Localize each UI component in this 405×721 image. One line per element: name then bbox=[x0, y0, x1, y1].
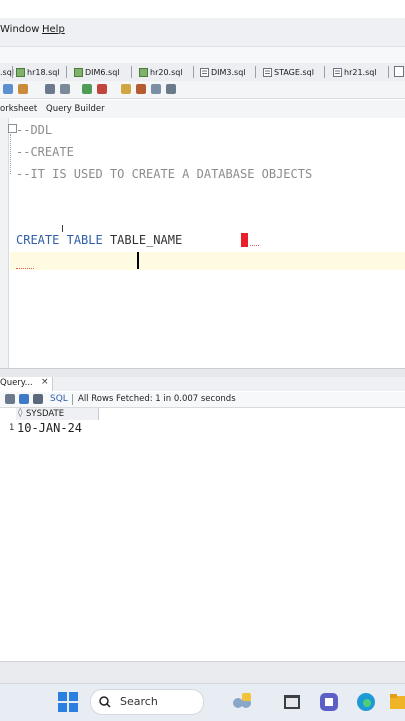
tab-separator bbox=[66, 66, 67, 78]
code-line-2: --CREATE bbox=[16, 145, 74, 159]
windows-start-icon[interactable] bbox=[58, 692, 78, 712]
tab-separator bbox=[324, 66, 325, 78]
widgets-icon[interactable] bbox=[231, 691, 253, 713]
worksheet-subtabs: orksheet Query Builder bbox=[0, 100, 405, 119]
toolbar-separator bbox=[72, 394, 73, 405]
sql-file-icon bbox=[333, 67, 342, 77]
file-tab[interactable]: hr18.sql bbox=[16, 65, 60, 79]
menu-help[interactable]: Help bbox=[42, 24, 65, 35]
row-number: 1 bbox=[9, 423, 15, 433]
tab-worksheet[interactable]: orksheet bbox=[0, 104, 37, 114]
sql-file-icon bbox=[263, 67, 272, 77]
file-tab-bar: .sql hr18.sql DIM6.sql hr20.sql DIM3.sql… bbox=[0, 63, 405, 82]
tab-separator bbox=[255, 66, 256, 78]
identifier-table-name: TABLE_NAME bbox=[109, 233, 183, 247]
file-explorer-icon[interactable] bbox=[390, 692, 405, 712]
menu-bar: Window Help bbox=[0, 18, 405, 47]
run-statement-icon[interactable] bbox=[3, 84, 13, 94]
app-window-icon[interactable] bbox=[283, 693, 301, 711]
file-tab[interactable]: DIM3.sql bbox=[200, 65, 246, 79]
text-caret bbox=[137, 252, 139, 269]
explain-plan-icon[interactable] bbox=[97, 84, 107, 94]
bracket-cursor-highlight bbox=[241, 233, 248, 247]
file-tab-label: hr18.sql bbox=[27, 67, 60, 77]
refresh-icon[interactable] bbox=[19, 394, 29, 404]
commit-icon[interactable] bbox=[45, 84, 55, 94]
code-line-3: --IT IS USED TO CREATE A DATABASE OBJECT… bbox=[16, 167, 313, 181]
file-tab-label: DIM6.sql bbox=[85, 67, 120, 77]
tab-separator bbox=[131, 66, 132, 78]
results-tab-bar bbox=[0, 377, 405, 391]
error-underline bbox=[250, 243, 259, 246]
fold-guide bbox=[10, 134, 12, 174]
code-line-1: --DDL bbox=[16, 123, 53, 137]
file-tab-label: hr21.sql bbox=[344, 67, 377, 77]
run-script-icon[interactable] bbox=[18, 84, 28, 94]
teams-icon[interactable] bbox=[319, 692, 339, 712]
column-header[interactable]: ◊ SYSDATE bbox=[16, 408, 99, 420]
file-tab[interactable]: hr21.sql bbox=[333, 65, 377, 79]
column-header-label: SYSDATE bbox=[26, 409, 65, 419]
tab-separator bbox=[388, 66, 389, 78]
export-icon[interactable] bbox=[33, 394, 43, 404]
code-line-5: CREATE TABLE TABLE_NAME bbox=[16, 233, 182, 247]
file-tab-label: DIM3.sql bbox=[211, 67, 246, 77]
keyword-create: CREATE bbox=[16, 233, 60, 247]
rollback-icon[interactable] bbox=[60, 84, 70, 94]
file-tab-label: hr20.sql bbox=[150, 67, 183, 77]
format-icon[interactable] bbox=[166, 84, 176, 94]
editor-gutter bbox=[0, 118, 9, 368]
error-underline bbox=[16, 266, 34, 269]
taskbar-search[interactable]: Search bbox=[90, 689, 204, 715]
current-line-highlight bbox=[10, 252, 405, 270]
editor-toolbar bbox=[0, 81, 405, 99]
history-icon[interactable] bbox=[151, 84, 161, 94]
fetch-status: All Rows Fetched: 1 in 0.007 seconds bbox=[78, 394, 236, 404]
sql-file-icon bbox=[200, 67, 209, 77]
menu-help-label: Help bbox=[42, 24, 65, 35]
keyword-table: TABLE bbox=[66, 233, 103, 247]
edge-icon[interactable] bbox=[356, 692, 376, 712]
close-icon[interactable]: × bbox=[41, 377, 49, 387]
query-result-tab-label: Query... bbox=[0, 378, 33, 388]
sql-tuning-icon[interactable] bbox=[121, 84, 131, 94]
pin-icon[interactable] bbox=[5, 394, 15, 404]
results-grid: 1 10-JAN-24 bbox=[0, 421, 405, 661]
sql-file-icon bbox=[16, 67, 25, 77]
file-tab[interactable]: DIM6.sql bbox=[74, 65, 120, 79]
eraser-icon[interactable] bbox=[136, 84, 146, 94]
sql-editor[interactable]: --DDL --CREATE --IT IS USED TO CREATE A … bbox=[0, 118, 405, 368]
window-top-edge bbox=[0, 0, 405, 18]
status-bar bbox=[0, 661, 405, 684]
file-tab[interactable]: hr20.sql bbox=[139, 65, 183, 79]
sql-file-icon[interactable] bbox=[394, 66, 404, 77]
sql-file-icon bbox=[139, 67, 148, 77]
toolbar-strip bbox=[0, 47, 405, 63]
sort-icon: ◊ bbox=[18, 408, 23, 418]
search-label: Search bbox=[120, 695, 158, 708]
results-toolbar: SQL All Rows Fetched: 1 in 0.007 seconds bbox=[0, 392, 405, 408]
tab-separator bbox=[12, 66, 13, 78]
tab-separator bbox=[193, 66, 194, 78]
file-tab[interactable]: STAGE.sql bbox=[263, 65, 314, 79]
sql-file-icon bbox=[74, 67, 83, 77]
search-icon bbox=[99, 696, 111, 708]
file-tab-label: STAGE.sql bbox=[274, 67, 314, 77]
menu-window[interactable]: Window bbox=[0, 24, 39, 35]
results-grid-header: ◊ SYSDATE bbox=[0, 408, 405, 422]
autotrace-icon[interactable] bbox=[82, 84, 92, 94]
tab-query-builder[interactable]: Query Builder bbox=[46, 104, 105, 114]
sql-link[interactable]: SQL bbox=[50, 394, 68, 404]
cell-value[interactable]: 10-JAN-24 bbox=[17, 421, 82, 435]
